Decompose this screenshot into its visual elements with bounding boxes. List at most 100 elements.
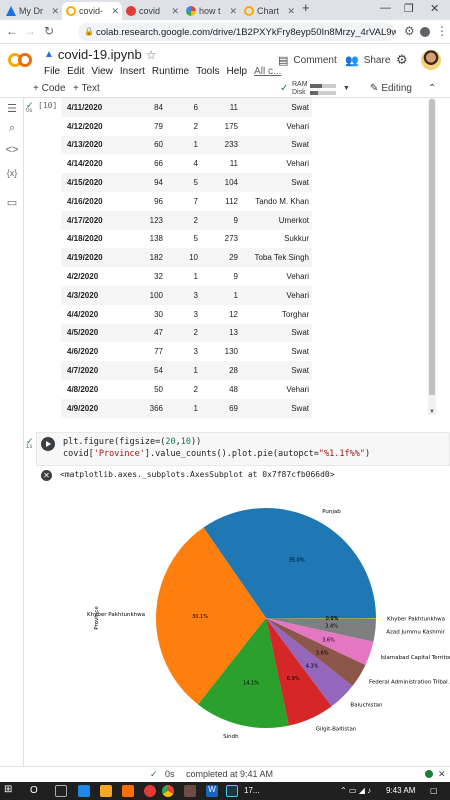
resource-monitor[interactable]: RAM Disk xyxy=(292,81,308,97)
files-folder-icon[interactable]: ▭ xyxy=(5,196,19,209)
add-code-button[interactable]: + Code xyxy=(33,83,66,94)
new-tab-button[interactable]: + xyxy=(302,0,310,15)
browser-tab-kaggle[interactable]: covid ✕ xyxy=(122,2,182,20)
close-icon[interactable]: ✕ xyxy=(229,6,237,17)
output-scrollbar[interactable]: ▲ ▼ xyxy=(428,98,436,415)
menu-runtime[interactable]: Runtime xyxy=(152,66,189,77)
menu-file[interactable]: File xyxy=(44,66,60,77)
pie-slice-label: Baluchistan xyxy=(350,703,383,709)
table-row: 4/13/2020 60 1 233 Swat xyxy=(61,135,312,155)
table-cell: 273 xyxy=(224,234,238,244)
menu-view[interactable]: View xyxy=(91,66,113,77)
taskbar-clock[interactable]: 9:43 AM xyxy=(386,786,415,795)
browser-menu-icon[interactable]: ⋮ xyxy=(436,24,448,38)
minimize-icon[interactable]: — xyxy=(380,2,391,14)
colab-icon xyxy=(244,6,254,16)
notebook-title-text[interactable]: covid-19.ipynb xyxy=(58,47,142,62)
scroll-thumb[interactable] xyxy=(429,100,435,395)
table-row: 4/5/2020 47 2 13 Swat xyxy=(61,323,312,343)
variables-icon[interactable]: {x} xyxy=(5,168,19,178)
browser-tab-chart[interactable]: Chart ✕ xyxy=(240,2,298,20)
google-drive-icon xyxy=(6,6,16,16)
opera-icon[interactable] xyxy=(144,785,156,797)
share-label: Share xyxy=(363,55,391,66)
back-arrow-icon[interactable]: ← xyxy=(6,24,18,38)
chevron-down-icon[interactable]: ▼ xyxy=(343,85,350,92)
table-of-contents-icon[interactable]: ☰ xyxy=(5,102,19,115)
status-time: 0s xyxy=(165,769,175,779)
table-cell: Swat xyxy=(241,173,312,192)
add-text-button[interactable]: + Text xyxy=(73,83,100,94)
url-field[interactable]: 🔒 colab.research.google.com/drive/1B2PXY… xyxy=(78,23,396,41)
browser-tab-google[interactable]: how t ✕ xyxy=(182,2,240,20)
avatar[interactable] xyxy=(421,50,441,70)
app-icon[interactable] xyxy=(226,785,238,797)
code-snippets-icon[interactable]: <> xyxy=(5,144,19,156)
table-cell: 1 xyxy=(166,361,201,380)
browser-tab-colab[interactable]: covid- ✕ xyxy=(62,2,122,20)
close-icon[interactable]: ✕ xyxy=(171,6,179,17)
pie-slice-label: Azad Jummu Kashmir xyxy=(386,630,445,636)
task-view-icon[interactable] xyxy=(55,785,67,797)
windows-start-icon[interactable]: ⊞ xyxy=(4,784,16,796)
url-text: colab.research.google.com/drive/1B2PXYkF… xyxy=(96,26,396,38)
all-changes-saved-link[interactable]: All c... xyxy=(254,66,281,77)
tab-label: Chart xyxy=(257,6,280,16)
status-close-icon[interactable]: ✕ xyxy=(438,769,446,780)
taskbar-app-label[interactable]: 17... xyxy=(244,786,260,795)
pie-chart: 35.0% Punjab 30.1% Khyber Pakhtunkhwa 14.1% S… xyxy=(87,508,450,740)
reload-icon[interactable]: ↻ xyxy=(44,24,54,38)
forward-arrow-icon[interactable]: → xyxy=(24,24,36,38)
table-cell: 138 xyxy=(149,234,163,244)
editing-mode-button[interactable]: ✎ Editing xyxy=(370,83,412,94)
notifications-icon[interactable]: ▢ xyxy=(430,786,438,795)
table-row: 4/3/2020 100 3 1 Vehari xyxy=(61,285,312,305)
close-icon[interactable]: ✕ xyxy=(287,6,295,17)
menu-help[interactable]: Help xyxy=(226,66,247,77)
menu-edit[interactable]: Edit xyxy=(67,66,84,77)
table-cell: 10 xyxy=(166,248,201,268)
firefox-icon[interactable] xyxy=(122,785,134,797)
close-icon[interactable]: ✕ xyxy=(51,6,59,17)
profile-icon[interactable] xyxy=(420,27,430,37)
file-explorer-icon[interactable] xyxy=(100,785,112,797)
table-cell: 6 xyxy=(166,98,201,117)
settings-gear-icon[interactable]: ⚙ xyxy=(396,52,408,68)
pie-pct-label: 35.0% xyxy=(289,558,305,564)
table-cell: 47 xyxy=(121,323,166,343)
chrome-icon[interactable] xyxy=(162,785,174,797)
app-icon[interactable] xyxy=(184,785,196,797)
table-cell: 4/15/2020 xyxy=(61,173,121,192)
google-icon xyxy=(186,6,196,16)
window-close-icon[interactable]: ✕ xyxy=(430,2,439,15)
table-cell: Vehari xyxy=(286,272,309,282)
table-cell: 4/14/2020 xyxy=(67,159,103,169)
search-icon[interactable]: O xyxy=(30,785,38,796)
table-cell: 96 xyxy=(154,196,163,206)
extension-icon[interactable]: ⚙ xyxy=(404,24,415,38)
status-text: completed at 9:41 AM xyxy=(186,769,274,779)
search-icon[interactable]: ⌕ xyxy=(5,122,19,135)
table-cell: 2 xyxy=(193,121,198,131)
comment-button[interactable]: ▤ Comment xyxy=(278,54,337,67)
menu-tools[interactable]: Tools xyxy=(196,66,219,77)
pie-ylabel: Province xyxy=(94,606,100,630)
close-icon[interactable]: ✕ xyxy=(111,6,119,17)
restore-icon[interactable]: ❐ xyxy=(404,2,414,15)
system-tray-icons[interactable]: ⌃ ▭ ◢ ♪ xyxy=(340,786,371,795)
pencil-icon: ✎ xyxy=(370,83,379,94)
chevron-up-icon[interactable]: ⌃ xyxy=(428,83,436,94)
browser-tab-drive[interactable]: My Dr ✕ xyxy=(2,2,62,20)
menu-insert[interactable]: Insert xyxy=(120,66,145,77)
edge-icon[interactable] xyxy=(78,785,90,797)
table-cell: 5 xyxy=(193,234,198,244)
word-icon[interactable]: W xyxy=(206,785,218,797)
share-button[interactable]: 👥 Share xyxy=(345,54,390,67)
table-row: 4/8/2020 50 2 48 Vehari xyxy=(61,380,312,399)
star-icon[interactable]: ☆ xyxy=(146,48,157,62)
drive-file-icon: ▲ xyxy=(44,49,54,60)
table-cell: Toba Tek Singh xyxy=(241,248,312,268)
tab-label: how t xyxy=(199,6,221,16)
comment-label: Comment xyxy=(293,55,337,66)
connected-check-icon: ✓ xyxy=(280,83,289,94)
